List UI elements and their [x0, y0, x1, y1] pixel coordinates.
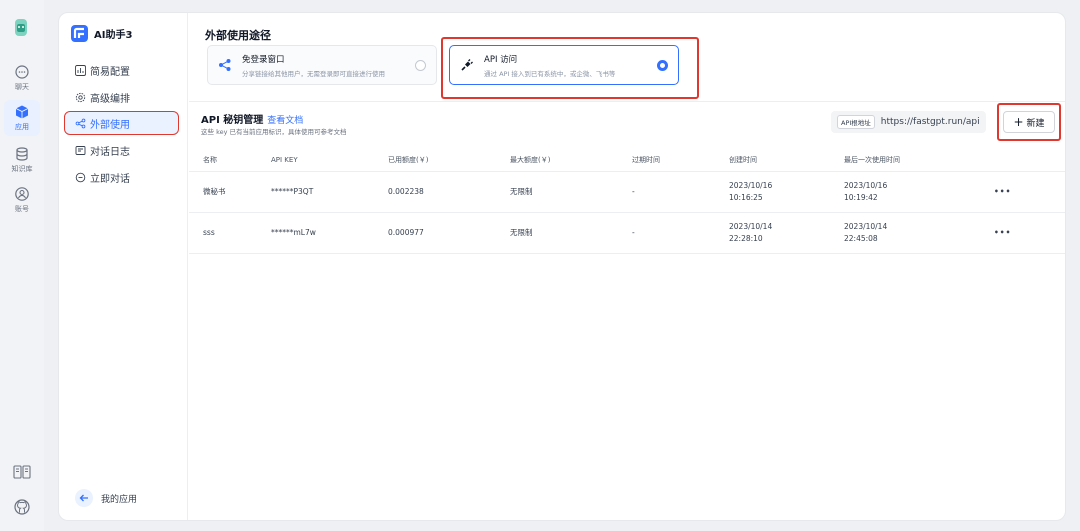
api-title-text: API 秘钥管理 [201, 115, 264, 126]
view-docs-link[interactable]: 查看文档 [267, 116, 303, 126]
chart-icon [75, 64, 86, 76]
more-options-icon[interactable]: ••• [994, 187, 1011, 196]
gear-icon [75, 92, 86, 102]
cell-max: 无限制 [510, 170, 632, 212]
cell-more: ••• [994, 211, 1065, 254]
usage-option-desc: 分享链接给其他用户，无需登录即可直接进行使用 [242, 69, 385, 78]
cell-expire: - [632, 170, 729, 212]
cell-more: ••• [994, 170, 1065, 212]
cell-name: sss [189, 211, 271, 254]
cell-last-used: 2023/10/16 10:19:42 [844, 170, 994, 212]
cell-last-used: 2023/10/14 22:45:08 [844, 211, 994, 254]
nav-rail: 聊天 应用 知识库 账号 [0, 0, 44, 531]
app-cube-icon [15, 105, 29, 119]
section-divider [189, 101, 1065, 102]
database-icon [16, 147, 28, 161]
last-used-time: 22:45:08 [844, 233, 878, 243]
docs-book-icon[interactable] [12, 462, 32, 482]
col-used: 已用额度(￥) [388, 155, 429, 164]
app-logo-icon [71, 25, 88, 42]
created-time: 22:28:10 [729, 233, 763, 243]
more-options-icon[interactable]: ••• [994, 228, 1011, 237]
api-base-url[interactable]: API根地址 https://fastgpt.run/api [831, 111, 986, 133]
menu-label-start-chat: 立即对话 [90, 173, 130, 185]
arrow-left-icon [75, 489, 93, 507]
menu-item-simple-config[interactable]: 简易配置 [65, 59, 178, 81]
col-name: 名称 [203, 155, 217, 164]
rail-item-dataset[interactable]: 知识库 [4, 146, 40, 174]
log-icon [75, 145, 86, 155]
api-key-table: 名称 API KEY 已用额度(￥) 最大额度(￥) 过期时间 创建时间 最后一… [189, 149, 1065, 254]
rail-label-dataset: 知识库 [11, 165, 33, 173]
github-icon[interactable] [12, 497, 32, 517]
share-icon [75, 118, 86, 128]
menu-label-advanced-edit: 高级编排 [90, 93, 130, 105]
rail-item-chat[interactable]: 聊天 [4, 64, 40, 92]
app-name: AI助手3 [94, 30, 133, 41]
cell-used: 0.000977 [388, 211, 510, 254]
menu-label-simple-config: 简易配置 [90, 66, 130, 78]
highlight-box-new [997, 103, 1061, 141]
last-used-time: 10:19:42 [844, 192, 878, 202]
back-label: 我的应用 [101, 494, 138, 505]
usage-option-title: 免登录窗口 [242, 54, 285, 65]
col-last-used: 最后一次使用时间 [844, 155, 900, 164]
fastgpt-logo-icon[interactable] [10, 16, 32, 38]
highlight-box-api [441, 37, 699, 99]
created-time: 10:16:25 [729, 192, 763, 202]
table-row: 微秘书 ******P3QT 0.002238 无限制 - 2023/10/16… [189, 170, 1065, 212]
cell-max: 无限制 [510, 211, 632, 254]
cell-created: 2023/10/14 22:28:10 [729, 211, 844, 254]
table-header-row: 名称 API KEY 已用额度(￥) 最大额度(￥) 过期时间 创建时间 最后一… [189, 149, 1065, 171]
cell-name: 微秘书 [189, 170, 271, 212]
col-max: 最大额度(￥) [510, 155, 551, 164]
base-url-value: https://fastgpt.run/api [880, 117, 980, 127]
api-key-subtitle: 这些 key 已有当前应用标识，具体使用可参考文档 [201, 128, 347, 136]
app-sidebar: AI助手3 简易配置 高级编排 外部使用 对话日志 立即对话 我的应用 [59, 13, 188, 520]
rail-item-account[interactable]: 账号 [4, 186, 40, 214]
share-nodes-icon [219, 59, 231, 71]
usage-section-title: 外部使用途径 [205, 29, 271, 42]
rail-item-apps[interactable]: 应用 [4, 100, 40, 136]
cell-used: 0.002238 [388, 170, 510, 212]
radio-unchecked[interactable] [415, 60, 426, 71]
app-detail-card: AI助手3 简易配置 高级编排 外部使用 对话日志 立即对话 我的应用 外部使用… [58, 12, 1066, 521]
col-created: 创建时间 [729, 155, 757, 164]
cell-expire: - [632, 211, 729, 254]
user-icon [15, 187, 29, 201]
col-expire: 过期时间 [632, 155, 660, 164]
col-api-key: API KEY [271, 155, 298, 164]
menu-item-chat-logs[interactable]: 对话日志 [65, 139, 178, 161]
rail-label-chat: 聊天 [15, 83, 29, 91]
menu-item-advanced-edit[interactable]: 高级编排 [65, 86, 178, 108]
menu-item-start-chat[interactable]: 立即对话 [65, 166, 178, 188]
chat-icon [15, 65, 29, 79]
api-key-title: API 秘钥管理 查看文档 [201, 111, 303, 126]
back-to-my-apps[interactable]: 我的应用 [75, 489, 137, 507]
last-used-date: 2023/10/16 [844, 181, 888, 191]
rail-label-apps: 应用 [15, 123, 29, 131]
external-use-panel: 外部使用途径 免登录窗口 分享链接给其他用户，无需登录即可直接进行使用 API … [189, 13, 1065, 520]
created-date: 2023/10/14 [729, 222, 773, 232]
usage-option-no-login[interactable]: 免登录窗口 分享链接给其他用户，无需登录即可直接进行使用 [207, 45, 437, 85]
chat-bubble-icon [75, 172, 86, 182]
rail-label-account: 账号 [15, 205, 29, 213]
cell-key: ******P3QT [271, 170, 388, 212]
app-header: AI助手3 [71, 25, 132, 42]
menu-label-chat-logs: 对话日志 [90, 146, 130, 158]
last-used-date: 2023/10/14 [844, 222, 888, 232]
menu-item-external-use[interactable]: 外部使用 [64, 111, 179, 135]
base-url-tag: API根地址 [837, 115, 875, 129]
col-actions [994, 149, 1065, 171]
table-row: sss ******mL7w 0.000977 无限制 - 2023/10/14… [189, 211, 1065, 254]
cell-created: 2023/10/16 10:16:25 [729, 170, 844, 212]
created-date: 2023/10/16 [729, 181, 773, 191]
menu-label-external-use: 外部使用 [90, 119, 130, 131]
cell-key: ******mL7w [271, 211, 388, 254]
